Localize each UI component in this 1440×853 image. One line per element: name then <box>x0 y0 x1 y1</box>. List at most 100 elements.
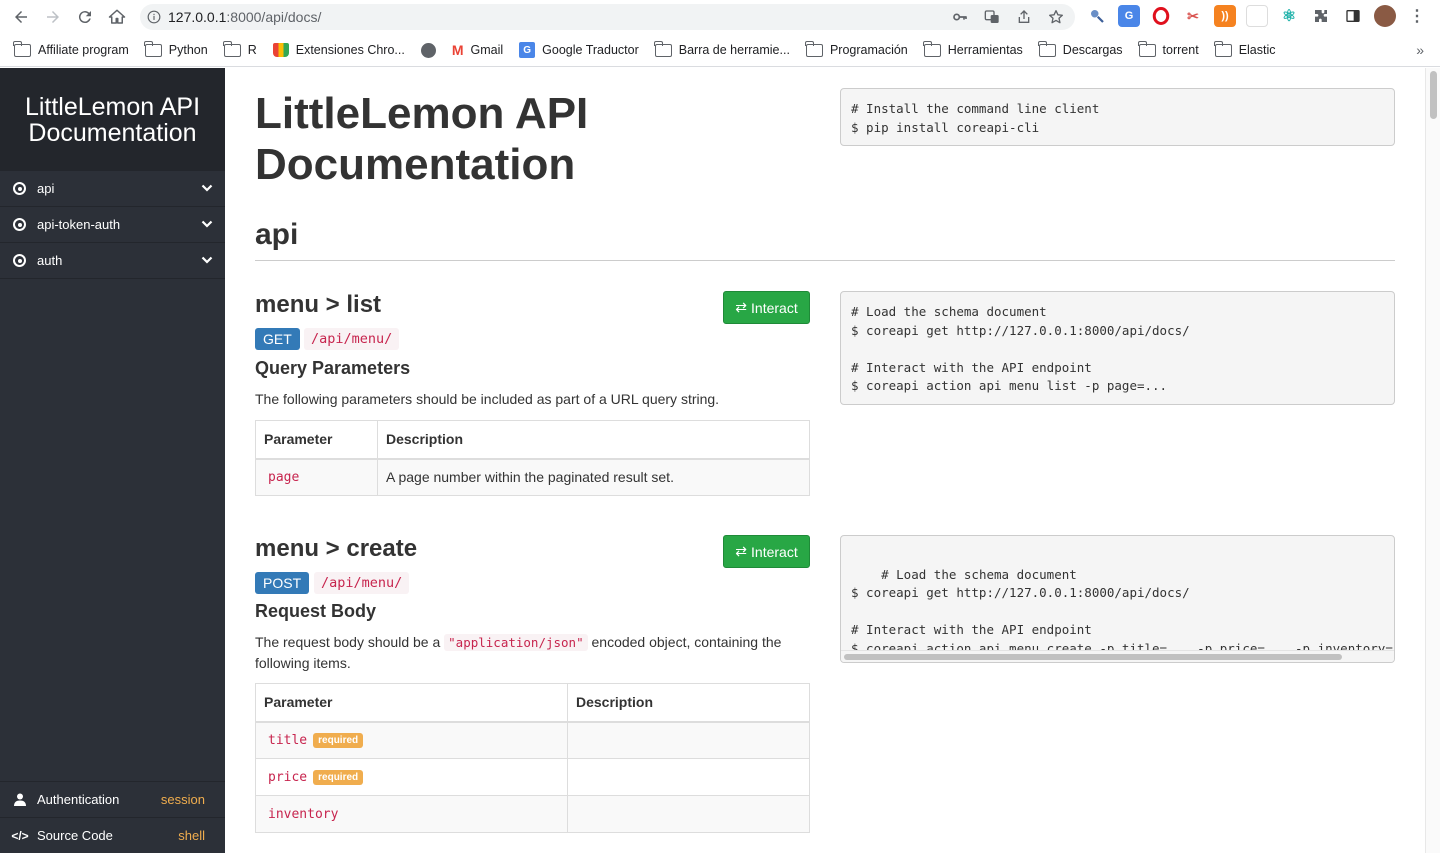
gmail-icon: M <box>451 42 464 58</box>
globe-icon <box>420 42 436 58</box>
params-heading: Query Parameters <box>255 358 411 378</box>
target-icon <box>13 218 26 231</box>
page-vertical-scrollbar[interactable] <box>1425 68 1440 853</box>
bookmark-label: Affiliate program <box>38 43 129 57</box>
url-host: 127.0.0.1 <box>168 9 227 25</box>
opera-icon[interactable] <box>1150 5 1172 27</box>
folder-icon <box>1038 40 1056 57</box>
param-name-text: price <box>268 769 308 785</box>
code-horizontal-scrollbar[interactable] <box>841 650 1394 662</box>
key-icon[interactable] <box>949 7 971 27</box>
scrollbar-thumb[interactable] <box>844 654 1342 660</box>
bookmark-label: Herramientas <box>947 43 1023 57</box>
swap-arrows-icon: ⇄ <box>735 543 748 559</box>
install-code-block: # Install the command line client $ pip … <box>840 88 1395 146</box>
share-icon[interactable] <box>1013 7 1035 27</box>
scrollbar-thumb[interactable] <box>1430 71 1437 119</box>
info-icon[interactable] <box>140 10 168 24</box>
folder-icon <box>654 40 672 57</box>
bookmark-label: Python <box>168 43 208 57</box>
bookmarks-bar: Affiliate program Python R Extensiones C… <box>0 34 1440 67</box>
param-name: page <box>255 458 378 496</box>
rss-icon[interactable]: )) <box>1214 5 1236 27</box>
folder-icon <box>144 40 162 57</box>
forward-button[interactable] <box>37 1 69 33</box>
bookmark-item[interactable] <box>420 42 436 58</box>
swap-arrows-icon: ⇄ <box>735 299 748 315</box>
sidebar-item-auth[interactable]: auth <box>0 243 225 279</box>
params-description: The following parameters should be inclu… <box>255 391 720 407</box>
bookmark-item[interactable]: Affiliate program <box>13 40 129 57</box>
table-header-row: Parameter Description <box>255 683 810 723</box>
menu-dots-icon[interactable]: ⋮ <box>1406 5 1428 27</box>
param-name-text: title <box>268 732 308 748</box>
bookmark-label: Extensiones Chro... <box>295 43 405 57</box>
endpoint-path: /api/menu/ <box>314 572 410 594</box>
bookmark-item[interactable]: Extensiones Chro... <box>272 43 405 57</box>
table-row: title required <box>255 721 810 759</box>
extensions-puzzle-icon[interactable] <box>1310 5 1332 27</box>
bookmark-item[interactable]: G Google Traductor <box>519 42 639 58</box>
google-translate-icon: G <box>519 42 536 58</box>
column-header: Description <box>567 683 810 723</box>
blank-extension-icon[interactable] <box>1246 5 1268 27</box>
bookmark-item[interactable]: Barra de herramie... <box>654 40 790 57</box>
profile-avatar[interactable] <box>1374 5 1396 27</box>
request-body-description: The request body should be a "applicatio… <box>255 632 810 673</box>
bookmark-item[interactable]: Descargas <box>1038 40 1123 57</box>
bookmark-item[interactable]: Python <box>144 40 208 57</box>
sidebar-item-api[interactable]: api <box>0 171 225 207</box>
translate-page-icon[interactable] <box>981 7 1003 27</box>
bookmark-item[interactable]: R <box>223 40 257 57</box>
param-description <box>567 758 810 796</box>
react-devtools-icon[interactable]: ⚛ <box>1278 5 1300 27</box>
side-panel-icon[interactable] <box>1342 5 1364 27</box>
sidebar-footer: Authentication session </> Source Code s… <box>0 781 225 853</box>
folder-icon <box>223 40 241 57</box>
folder-icon <box>13 40 31 57</box>
method-badge: GET <box>255 328 300 350</box>
method-badge: POST <box>255 572 310 594</box>
docs-sidebar: LittleLemon API Documentation api api-to… <box>0 68 225 853</box>
param-name-text: inventory <box>268 806 339 822</box>
back-button[interactable] <box>5 1 37 33</box>
arrow-right-icon <box>47 11 59 23</box>
bookmark-item[interactable]: Elastic <box>1214 40 1276 57</box>
interact-button[interactable]: ⇄ Interact <box>723 291 810 324</box>
column-header: Parameter <box>255 420 378 460</box>
sidebar-brand[interactable]: LittleLemon API Documentation <box>0 68 225 171</box>
bookmark-item[interactable]: Herramientas <box>923 40 1023 57</box>
google-translate-extension-icon[interactable]: G <box>1118 5 1140 27</box>
authentication-menu[interactable]: Authentication session <box>0 781 225 817</box>
table-header-row: Parameter Description <box>255 420 810 460</box>
bookmark-item[interactable]: Programación <box>805 40 908 57</box>
extension-search-icon[interactable] <box>1086 5 1108 27</box>
bookmark-item[interactable]: M Gmail <box>452 42 503 58</box>
source-code-menu[interactable]: </> Source Code shell <box>0 817 225 853</box>
bookmark-star-icon[interactable] <box>1045 7 1067 27</box>
bookmark-label: Elastic <box>1238 43 1276 57</box>
home-button[interactable] <box>101 1 133 33</box>
sidebar-item-label: api <box>37 181 55 196</box>
url-text[interactable]: 127.0.0.1:8000/api/docs/ <box>168 9 321 25</box>
chrome-web-store-icon <box>272 43 289 57</box>
interact-button[interactable]: ⇄ Interact <box>723 535 810 568</box>
folder-icon <box>805 40 823 57</box>
url-path: :8000/api/docs/ <box>226 9 322 25</box>
bookmark-label: Google Traductor <box>542 43 639 57</box>
bookmark-item[interactable]: torrent <box>1137 40 1199 57</box>
reload-icon <box>78 11 91 24</box>
bookmarks-overflow-button[interactable]: » <box>1416 42 1424 58</box>
section-divider <box>255 260 1395 261</box>
address-bar[interactable]: 127.0.0.1:8000/api/docs/ <box>140 4 1075 30</box>
authentication-label: Authentication <box>37 792 120 807</box>
request-body-table: Parameter Description title required pric… <box>255 683 810 833</box>
sidebar-item-api-token-auth[interactable]: api-token-auth <box>0 207 225 243</box>
table-row: page A page number within the paginated … <box>255 458 810 496</box>
sidebar-item-label: api-token-auth <box>37 217 121 232</box>
reload-button[interactable] <box>69 1 101 33</box>
scissors-extension-icon[interactable]: ✂ <box>1182 5 1204 27</box>
table-row: inventory <box>255 795 810 833</box>
endpoint-title: menu > list <box>255 291 382 318</box>
chevron-down-icon <box>201 256 213 264</box>
